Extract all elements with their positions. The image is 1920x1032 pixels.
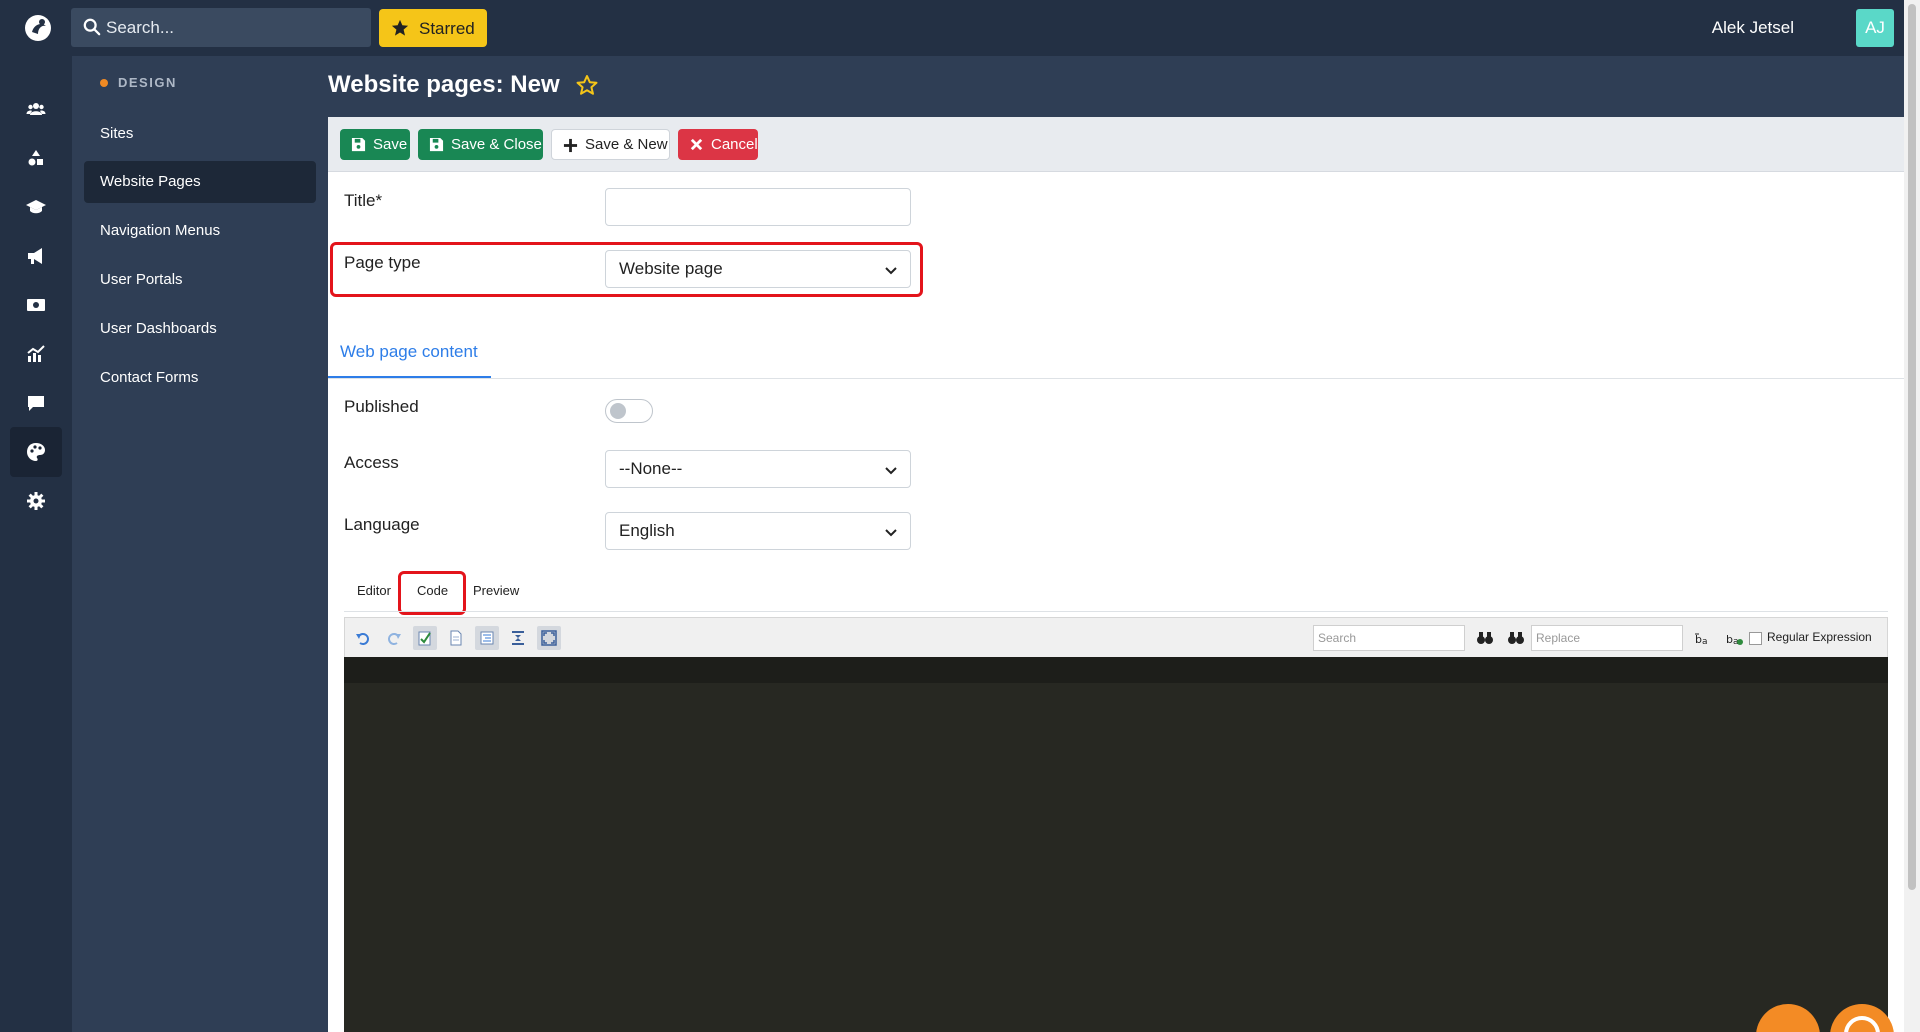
money-icon[interactable] — [10, 280, 62, 330]
cancel-button[interactable]: Cancel — [678, 129, 758, 160]
nav-item-navigation-menus[interactable]: Navigation Menus — [84, 210, 316, 252]
access-select[interactable]: --None-- — [605, 450, 911, 488]
indent-icon[interactable] — [506, 626, 530, 650]
editor-tab-divider — [344, 611, 1888, 612]
find-next-icon[interactable] — [1475, 628, 1495, 648]
find-previous-icon[interactable] — [1506, 628, 1526, 648]
document-icon[interactable] — [444, 626, 468, 650]
title-field[interactable] — [605, 188, 911, 226]
regex-label: Regular Expression — [1767, 630, 1872, 644]
page-type-select[interactable]: Website page — [605, 250, 911, 288]
megaphone-icon[interactable] — [10, 231, 62, 281]
chat-icon[interactable] — [10, 378, 62, 428]
section-nav-panel: DESIGN Sites Website Pages Navigation Me… — [72, 56, 328, 1032]
gear-icon[interactable] — [10, 476, 62, 526]
tab-divider — [328, 378, 1904, 379]
starred-button[interactable]: Starred — [379, 9, 487, 47]
search-placeholder: Search... — [106, 18, 175, 37]
top-bar: Search... Starred Alek Jetsel AJ — [0, 0, 1904, 56]
code-editor-toolbar: Search Replace ba ba Regular Expression — [344, 617, 1888, 657]
editor-tab-code[interactable]: Code — [417, 583, 448, 598]
form-toolbar: Save Save & Close Save & New Cancel — [328, 117, 1904, 172]
save-new-button[interactable]: Save & New — [551, 129, 670, 160]
section-dot-icon — [100, 78, 108, 87]
shapes-icon[interactable] — [10, 133, 62, 183]
nav-item-contact-forms[interactable]: Contact Forms — [84, 357, 316, 399]
chart-icon[interactable] — [10, 329, 62, 379]
syntax-check-icon[interactable] — [413, 626, 437, 650]
title-label: Title* — [344, 191, 383, 210]
content-header: Website pages: New — [328, 56, 1904, 117]
editor-tab-preview[interactable]: Preview — [473, 583, 519, 598]
username[interactable]: Alek Jetsel — [1712, 18, 1794, 38]
fullscreen-icon[interactable] — [537, 626, 561, 650]
chevron-down-icon — [885, 467, 897, 475]
save-close-button[interactable]: Save & Close — [418, 129, 543, 160]
replace-icon[interactable]: ba — [1693, 628, 1713, 648]
undo-icon[interactable] — [351, 626, 375, 650]
floppy-disk-icon — [351, 137, 366, 152]
cancel-label: Cancel — [711, 136, 758, 153]
app-logo-icon[interactable] — [20, 10, 56, 46]
left-rail — [0, 56, 72, 1032]
avatar[interactable]: AJ — [1856, 9, 1894, 47]
nav-item-user-dashboards[interactable]: User Dashboards — [84, 308, 316, 350]
code-editor[interactable] — [344, 657, 1888, 1032]
nav-section-label: DESIGN — [118, 75, 177, 90]
editor-search-input[interactable]: Search — [1313, 625, 1465, 651]
format-icon[interactable] — [475, 626, 499, 650]
chevron-down-icon — [885, 529, 897, 537]
palette-icon[interactable] — [10, 427, 62, 477]
search-icon — [83, 18, 101, 36]
page-title: Website pages: New — [328, 71, 560, 98]
scrollbar-thumb[interactable] — [1908, 4, 1916, 890]
save-label: Save — [373, 136, 408, 153]
replace-all-icon[interactable]: ba — [1724, 628, 1744, 648]
regex-checkbox[interactable] — [1749, 632, 1762, 645]
people-icon[interactable] — [10, 84, 62, 134]
code-editor-active-line — [344, 657, 1888, 683]
nav-item-sites[interactable]: Sites — [84, 113, 316, 155]
language-value: English — [619, 521, 675, 540]
editor-replace-input[interactable]: Replace — [1531, 625, 1683, 651]
save-new-label: Save & New — [585, 136, 668, 153]
svg-text:b: b — [1726, 633, 1733, 646]
nav-item-user-portals[interactable]: User Portals — [84, 259, 316, 301]
save-button[interactable]: Save — [340, 129, 410, 160]
favorite-star-icon[interactable] — [576, 74, 598, 96]
tab-web-page-content[interactable]: Web page content — [328, 337, 491, 379]
star-icon — [391, 19, 409, 36]
published-label: Published — [344, 397, 419, 416]
access-value: --None-- — [619, 459, 683, 478]
svg-text:a: a — [1702, 637, 1708, 647]
redo-icon[interactable] — [382, 626, 406, 650]
nav-section-header: DESIGN — [100, 75, 177, 90]
nav-item-website-pages[interactable]: Website Pages — [84, 161, 316, 203]
page-type-value: Website page — [619, 259, 723, 278]
access-label: Access — [344, 453, 399, 472]
graduation-cap-icon[interactable] — [10, 182, 62, 232]
language-label: Language — [344, 515, 420, 534]
page-type-label: Page type — [344, 253, 421, 272]
floppy-disk-icon — [429, 137, 444, 152]
close-icon — [690, 138, 703, 151]
published-toggle[interactable] — [605, 399, 653, 423]
svg-text:b: b — [1695, 633, 1702, 646]
starred-label: Starred — [419, 19, 475, 38]
plus-icon — [563, 138, 578, 153]
save-close-label: Save & Close — [451, 136, 542, 153]
language-select[interactable]: English — [605, 512, 911, 550]
page-scrollbar[interactable] — [1904, 0, 1920, 1032]
editor-tab-editor[interactable]: Editor — [357, 583, 391, 598]
toggle-knob — [610, 403, 626, 419]
chevron-down-icon — [885, 267, 897, 275]
global-search-input[interactable]: Search... — [71, 8, 371, 47]
help-icon — [1844, 1016, 1880, 1032]
